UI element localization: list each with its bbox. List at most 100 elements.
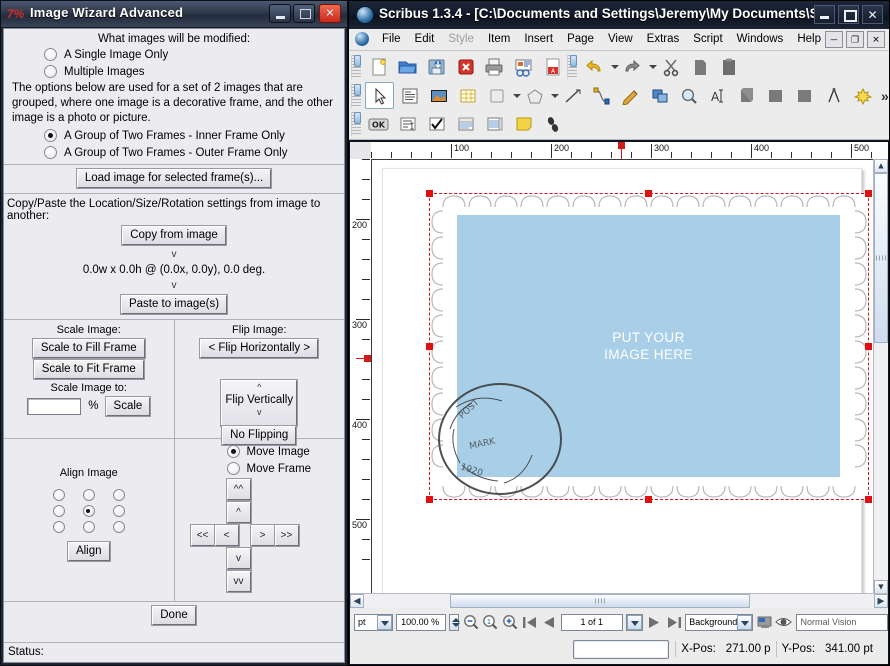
toolbar-grip-edit[interactable] bbox=[567, 55, 577, 79]
measurements-icon[interactable] bbox=[820, 83, 847, 108]
print-preview-icon[interactable] bbox=[510, 54, 537, 79]
close-button[interactable]: ✕ bbox=[319, 4, 341, 23]
align-cell-top-right[interactable] bbox=[113, 489, 125, 501]
scribus-restore-button[interactable] bbox=[838, 5, 859, 24]
bezier-curve-icon[interactable] bbox=[588, 83, 615, 108]
handle-middle-right[interactable] bbox=[865, 343, 872, 350]
menu-help[interactable]: Help bbox=[790, 29, 828, 50]
align-cell-top-center[interactable] bbox=[83, 489, 95, 501]
move-option-frame[interactable]: Move Frame bbox=[175, 460, 345, 477]
minimize-button[interactable] bbox=[269, 4, 291, 23]
handle-bottom-right[interactable] bbox=[865, 496, 872, 503]
flip-vertically-button[interactable]: ^ Flip Vertically v bbox=[221, 380, 297, 426]
text-frame-icon[interactable] bbox=[396, 83, 423, 108]
move-left-fast-button[interactable]: << bbox=[191, 525, 215, 546]
radio-inner-frame[interactable] bbox=[44, 129, 57, 142]
paste-to-images-button[interactable]: Paste to image(s) bbox=[121, 295, 227, 314]
polygon-dropdown-icon[interactable] bbox=[549, 83, 558, 108]
maximize-button[interactable] bbox=[293, 4, 315, 23]
pdf-textfield-icon[interactable] bbox=[394, 111, 421, 136]
toolbar-grip-tools[interactable] bbox=[351, 84, 361, 108]
menu-edit[interactable]: Edit bbox=[408, 29, 442, 50]
menu-extras[interactable]: Extras bbox=[640, 29, 687, 50]
move-down-button[interactable]: v bbox=[227, 548, 251, 569]
copy-properties-icon[interactable] bbox=[791, 83, 818, 108]
zoom-in-icon[interactable] bbox=[502, 612, 519, 632]
scroll-up-button[interactable]: ▲ bbox=[874, 159, 888, 173]
handle-bottom-center[interactable] bbox=[645, 496, 652, 503]
pdf-checkbox-icon[interactable] bbox=[423, 111, 450, 136]
align-grid[interactable] bbox=[53, 485, 125, 537]
preview-mode-icon[interactable] bbox=[756, 612, 773, 632]
move-up-fast-button[interactable]: ^^ bbox=[227, 479, 251, 500]
image-frame-icon[interactable] bbox=[425, 83, 452, 108]
vision-mode[interactable]: Normal Vision bbox=[796, 614, 888, 631]
unit-selector[interactable]: pt bbox=[354, 614, 393, 631]
zoom-icon[interactable] bbox=[675, 83, 702, 108]
toolbar-grip-file[interactable] bbox=[351, 55, 361, 79]
radio-single-image[interactable] bbox=[44, 48, 57, 61]
scale-to-fill-frame-button[interactable]: Scale to Fill Frame bbox=[33, 339, 145, 358]
move-down-fast-button[interactable]: vv bbox=[227, 571, 251, 592]
undo-icon[interactable] bbox=[581, 54, 608, 79]
new-document-icon[interactable] bbox=[365, 54, 392, 79]
scale-button[interactable]: Scale bbox=[106, 397, 151, 416]
export-pdf-icon[interactable]: A bbox=[539, 54, 566, 79]
selection-frame[interactable] bbox=[429, 193, 869, 500]
scope-option-multiple[interactable]: Multiple Images bbox=[4, 63, 344, 80]
table-icon[interactable] bbox=[454, 83, 481, 108]
align-cell-bottom-left[interactable] bbox=[53, 521, 65, 533]
align-cell-middle-left[interactable] bbox=[53, 505, 65, 517]
group-option-inner[interactable]: A Group of Two Frames - Inner Frame Only bbox=[4, 127, 344, 144]
copy-from-image-button[interactable]: Copy from image bbox=[122, 226, 226, 245]
pdf-link-annotation-icon[interactable] bbox=[539, 111, 566, 136]
vertical-scroll-thumb[interactable] bbox=[874, 173, 888, 343]
scribus-titlebar[interactable]: Scribus 1.3.4 - [C:\Documents and Settin… bbox=[349, 1, 889, 29]
scroll-right-button[interactable]: ▶ bbox=[874, 594, 888, 608]
select-pointer-icon[interactable] bbox=[365, 82, 394, 109]
vertical-ruler[interactable]: 200 300 400 500 bbox=[350, 159, 372, 608]
mdi-restore-button[interactable]: ❐ bbox=[846, 31, 864, 48]
menu-page[interactable]: Page bbox=[560, 29, 601, 50]
scribus-minimize-button[interactable] bbox=[814, 5, 835, 24]
cut-icon[interactable] bbox=[657, 54, 684, 79]
menu-file[interactable]: File bbox=[375, 29, 408, 50]
handle-bottom-left[interactable] bbox=[426, 496, 433, 503]
menu-script[interactable]: Script bbox=[686, 29, 729, 50]
layer-dropdown-icon[interactable] bbox=[737, 615, 752, 630]
print-icon[interactable] bbox=[481, 54, 508, 79]
image-wizard-titlebar[interactable]: 7% Image Wizard Advanced ✕ bbox=[1, 1, 347, 28]
handle-top-right[interactable] bbox=[865, 190, 872, 197]
move-left-button[interactable]: < bbox=[215, 525, 239, 546]
pdf-listbox-icon[interactable] bbox=[481, 111, 508, 136]
radio-outer-frame[interactable] bbox=[44, 146, 57, 159]
first-page-icon[interactable] bbox=[521, 612, 538, 632]
document-page[interactable]: PUT YOUR IMAGE HERE bbox=[382, 168, 862, 594]
move-right-button[interactable]: > bbox=[251, 525, 275, 546]
load-image-button[interactable]: Load image for selected frame(s)... bbox=[77, 169, 271, 188]
handle-middle-left[interactable] bbox=[426, 343, 433, 350]
align-cell-top-left[interactable] bbox=[53, 489, 65, 501]
last-page-icon[interactable] bbox=[666, 612, 683, 632]
scribus-close-button[interactable]: ✕ bbox=[862, 5, 883, 24]
horizontal-scroll-thumb[interactable] bbox=[450, 594, 750, 608]
scroll-left-button[interactable]: ◀ bbox=[350, 594, 364, 608]
scope-option-single[interactable]: A Single Image Only bbox=[4, 46, 344, 63]
zoom-value[interactable]: 100.00 % bbox=[396, 614, 446, 631]
group-option-outer[interactable]: A Group of Two Frames - Outer Frame Only bbox=[4, 144, 344, 161]
align-cell-bottom-right[interactable] bbox=[113, 521, 125, 533]
save-icon[interactable] bbox=[423, 54, 450, 79]
move-option-image[interactable]: Move Image bbox=[175, 443, 345, 460]
align-cell-middle-center[interactable] bbox=[83, 505, 95, 517]
toolbar-grip-pdf[interactable] bbox=[351, 112, 361, 136]
canvas-horizontal-scrollbar[interactable]: ◀ ▶ bbox=[350, 593, 888, 608]
close-document-icon[interactable] bbox=[452, 54, 479, 79]
rotate-item-icon[interactable] bbox=[646, 83, 673, 108]
page-selector-dropdown[interactable] bbox=[626, 614, 643, 631]
move-right-fast-button[interactable]: >> bbox=[275, 525, 299, 546]
document-canvas[interactable]: PUT YOUR IMAGE HERE bbox=[372, 160, 874, 594]
scroll-down-button[interactable]: ▼ bbox=[874, 580, 888, 594]
zoom-out-icon[interactable] bbox=[462, 612, 479, 632]
radio-multiple-images[interactable] bbox=[44, 65, 57, 78]
more-tools-icon[interactable]: » bbox=[881, 88, 889, 104]
